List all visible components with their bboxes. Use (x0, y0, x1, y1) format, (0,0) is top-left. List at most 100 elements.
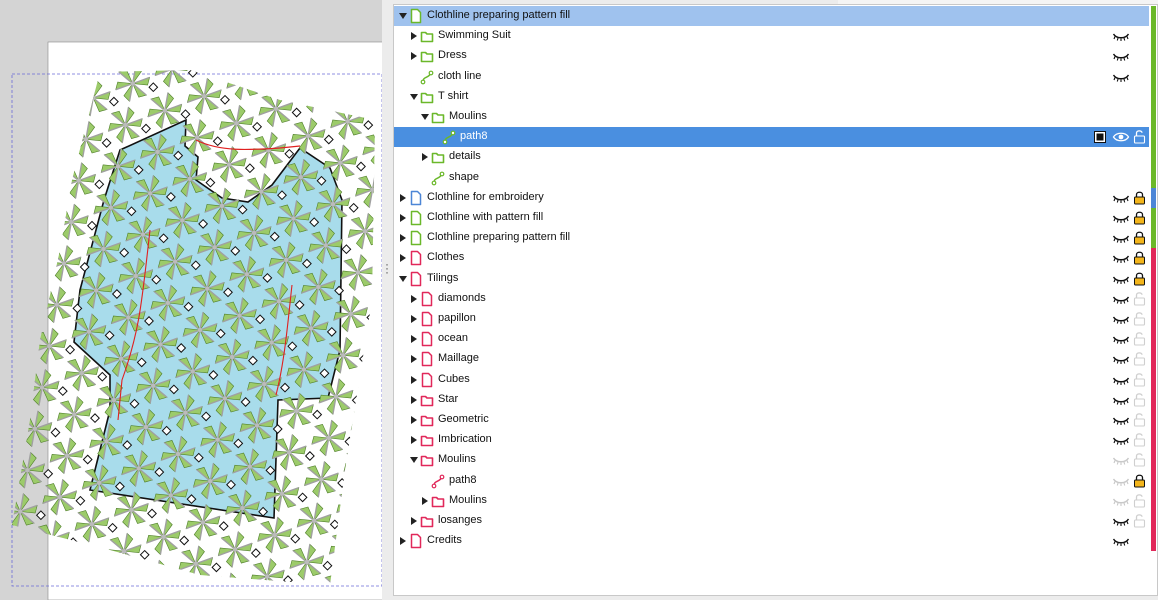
layer-row[interactable]: Star (394, 389, 1156, 410)
layer-row[interactable]: Clothline for embroidery (394, 187, 1156, 208)
expand-arrow-icon[interactable] (408, 515, 420, 527)
layer-label[interactable]: Clothline with pattern fill (427, 211, 543, 223)
layer-row[interactable]: T shirt (394, 86, 1156, 107)
layer-row[interactable]: Clothes (394, 248, 1156, 269)
layer-row[interactable]: Tilings (394, 268, 1156, 289)
canvas-drawing[interactable] (0, 0, 382, 600)
collapse-arrow-icon[interactable] (397, 273, 409, 285)
splitter-grip-icon[interactable]: · · · (385, 258, 389, 278)
layer-row[interactable]: losanges (394, 511, 1156, 532)
layer-label[interactable]: path8 (460, 130, 488, 142)
lock-closed-icon[interactable] (1133, 190, 1146, 205)
eye-closed-icon[interactable] (1112, 251, 1130, 265)
expand-arrow-icon[interactable] (397, 212, 409, 224)
layer-row[interactable]: shape (394, 167, 1156, 188)
eye-closed-icon[interactable] (1112, 292, 1130, 306)
layer-label[interactable]: Maillage (438, 352, 479, 364)
collapse-arrow-icon[interactable] (419, 111, 431, 123)
lock-closed-icon[interactable] (1133, 473, 1146, 488)
lock-open-icon[interactable] (1133, 392, 1146, 407)
eye-closed-icon[interactable] (1112, 272, 1130, 286)
layer-label[interactable]: path8 (449, 474, 477, 486)
layer-row[interactable]: Clothline preparing pattern fill (394, 6, 1156, 27)
layer-row[interactable]: diamonds (394, 288, 1156, 309)
layer-label[interactable]: Cubes (438, 373, 470, 385)
eye-closed-icon[interactable] (1112, 211, 1130, 225)
eye-closed-icon[interactable] (1112, 49, 1130, 63)
lock-open-icon[interactable] (1133, 351, 1146, 366)
expand-arrow-icon[interactable] (408, 313, 420, 325)
eye-closed-icon[interactable] (1112, 191, 1130, 205)
layer-label[interactable]: Tilings (427, 272, 458, 284)
layer-row[interactable]: Maillage (394, 349, 1156, 370)
eye-closed-icon[interactable] (1112, 413, 1130, 427)
object-box-icon[interactable] (1094, 131, 1106, 144)
layer-label[interactable]: diamonds (438, 292, 486, 304)
lock-closed-icon[interactable] (1133, 230, 1146, 245)
eye-closed-icon[interactable] (1112, 433, 1130, 447)
layer-label[interactable]: shape (449, 171, 479, 183)
layer-label[interactable]: Moulins (438, 453, 476, 465)
expand-arrow-icon[interactable] (408, 353, 420, 365)
eye-closed-icon[interactable] (1112, 534, 1130, 548)
layer-label[interactable]: ocean (438, 332, 468, 344)
lock-open-icon[interactable] (1133, 412, 1146, 427)
layer-label[interactable]: Clothes (427, 251, 464, 263)
eye-closed-icon[interactable] (1112, 393, 1130, 407)
lock-open-icon[interactable] (1133, 432, 1146, 447)
expand-arrow-icon[interactable] (419, 495, 431, 507)
lock-open-icon[interactable] (1133, 331, 1146, 346)
eye-closed-icon[interactable] (1112, 231, 1130, 245)
expand-arrow-icon[interactable] (408, 293, 420, 305)
layer-label[interactable]: losanges (438, 514, 482, 526)
expand-arrow-icon[interactable] (408, 50, 420, 62)
layer-row[interactable]: Dress (394, 46, 1156, 67)
expand-arrow-icon[interactable] (408, 374, 420, 386)
eye-closed-icon[interactable] (1112, 514, 1130, 528)
eye-closed-icon[interactable] (1112, 352, 1130, 366)
eye-closed-icon[interactable] (1112, 494, 1130, 508)
layer-row[interactable]: Moulins (394, 450, 1156, 471)
layer-row[interactable]: Imbrication (394, 430, 1156, 451)
expand-arrow-icon[interactable] (397, 252, 409, 264)
layer-row[interactable]: ocean (394, 329, 1156, 350)
expand-arrow-icon[interactable] (408, 414, 420, 426)
lock-closed-icon[interactable] (1133, 250, 1146, 265)
eye-closed-icon[interactable] (1112, 29, 1130, 43)
collapse-arrow-icon[interactable] (397, 10, 409, 22)
layer-row[interactable]: Moulins (394, 107, 1156, 128)
expand-arrow-icon[interactable] (397, 232, 409, 244)
lock-open-icon[interactable] (1133, 311, 1146, 326)
layer-label[interactable]: Clothline for embroidery (427, 191, 544, 203)
layer-label[interactable]: details (449, 150, 481, 162)
layer-label[interactable]: papillon (438, 312, 476, 324)
expand-arrow-icon[interactable] (408, 434, 420, 446)
layer-row[interactable]: Geometric (394, 410, 1156, 431)
expand-arrow-icon[interactable] (419, 151, 431, 163)
layer-row[interactable]: papillon (394, 309, 1156, 330)
layer-label[interactable]: Star (438, 393, 458, 405)
lock-open-icon[interactable] (1133, 372, 1146, 387)
layer-label[interactable]: Credits (427, 534, 462, 546)
layer-row[interactable]: Clothline preparing pattern fill (394, 228, 1156, 249)
lock-closed-icon[interactable] (1133, 271, 1146, 286)
layer-label[interactable]: Moulins (449, 494, 487, 506)
expand-arrow-icon[interactable] (397, 192, 409, 204)
lock-open-icon[interactable] (1133, 129, 1146, 144)
lock-open-icon[interactable] (1133, 493, 1146, 508)
layer-row[interactable]: Clothline with pattern fill (394, 208, 1156, 229)
lock-open-icon[interactable] (1133, 513, 1146, 528)
layer-label[interactable]: cloth line (438, 70, 481, 82)
eye-closed-icon[interactable] (1112, 332, 1130, 346)
layer-row[interactable]: details (394, 147, 1156, 168)
layer-label[interactable]: T shirt (438, 90, 468, 102)
panel-splitter[interactable]: · · · (382, 0, 392, 600)
eye-closed-icon[interactable] (1112, 312, 1130, 326)
collapse-arrow-icon[interactable] (408, 454, 420, 466)
layer-row[interactable]: path8 (394, 470, 1156, 491)
layer-label[interactable]: Clothline preparing pattern fill (427, 9, 570, 21)
collapse-arrow-icon[interactable] (408, 91, 420, 103)
expand-arrow-icon[interactable] (408, 30, 420, 42)
eye-closed-icon[interactable] (1112, 70, 1130, 84)
layer-row[interactable]: Cubes (394, 369, 1156, 390)
